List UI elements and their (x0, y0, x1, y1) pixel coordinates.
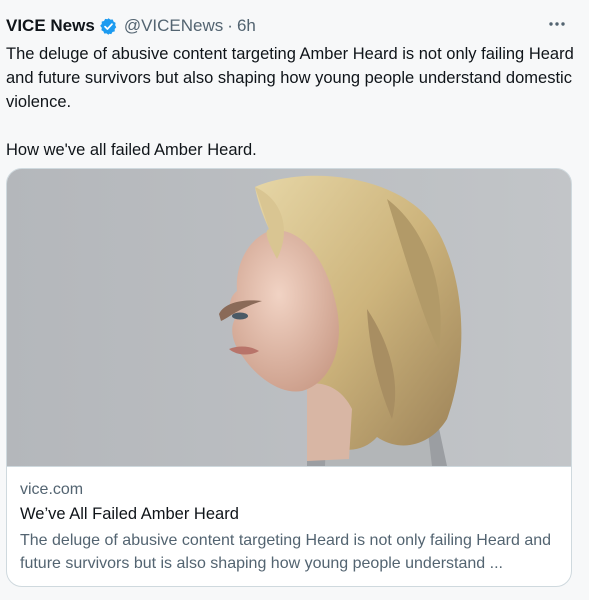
card-description: The deluge of abusive content targeting … (20, 532, 552, 572)
tweet-text-paragraph-1: The deluge of abusive content targeting … (6, 45, 574, 111)
dots-icon (549, 22, 565, 26)
link-preview-card[interactable]: vice.com We’ve All Failed Amber Heard Th… (6, 168, 572, 587)
card-title[interactable]: We’ve All Failed Amber Heard (20, 505, 239, 524)
verified-badge-icon (100, 17, 117, 35)
author-handle[interactable]: @VICENews (124, 16, 223, 36)
tweet-timestamp[interactable]: 6h (237, 16, 256, 36)
card-meta: vice.com We’ve All Failed Amber Heard Th… (7, 466, 571, 586)
tweet-text-paragraph-2: How we've all failed Amber Heard. (6, 141, 257, 159)
card-image (7, 169, 571, 466)
tweet-header: VICE News @VICENews · 6h (6, 14, 256, 38)
header-separator: · (227, 16, 233, 35)
tweet: VICE News @VICENews · 6h The deluge of a… (0, 0, 589, 600)
author-name[interactable]: VICE News (6, 16, 95, 36)
tweet-text: The deluge of abusive content targeting … (6, 42, 574, 162)
more-options-icon[interactable] (545, 12, 569, 36)
portrait-photo (7, 169, 571, 466)
card-domain: vice.com (20, 481, 84, 498)
